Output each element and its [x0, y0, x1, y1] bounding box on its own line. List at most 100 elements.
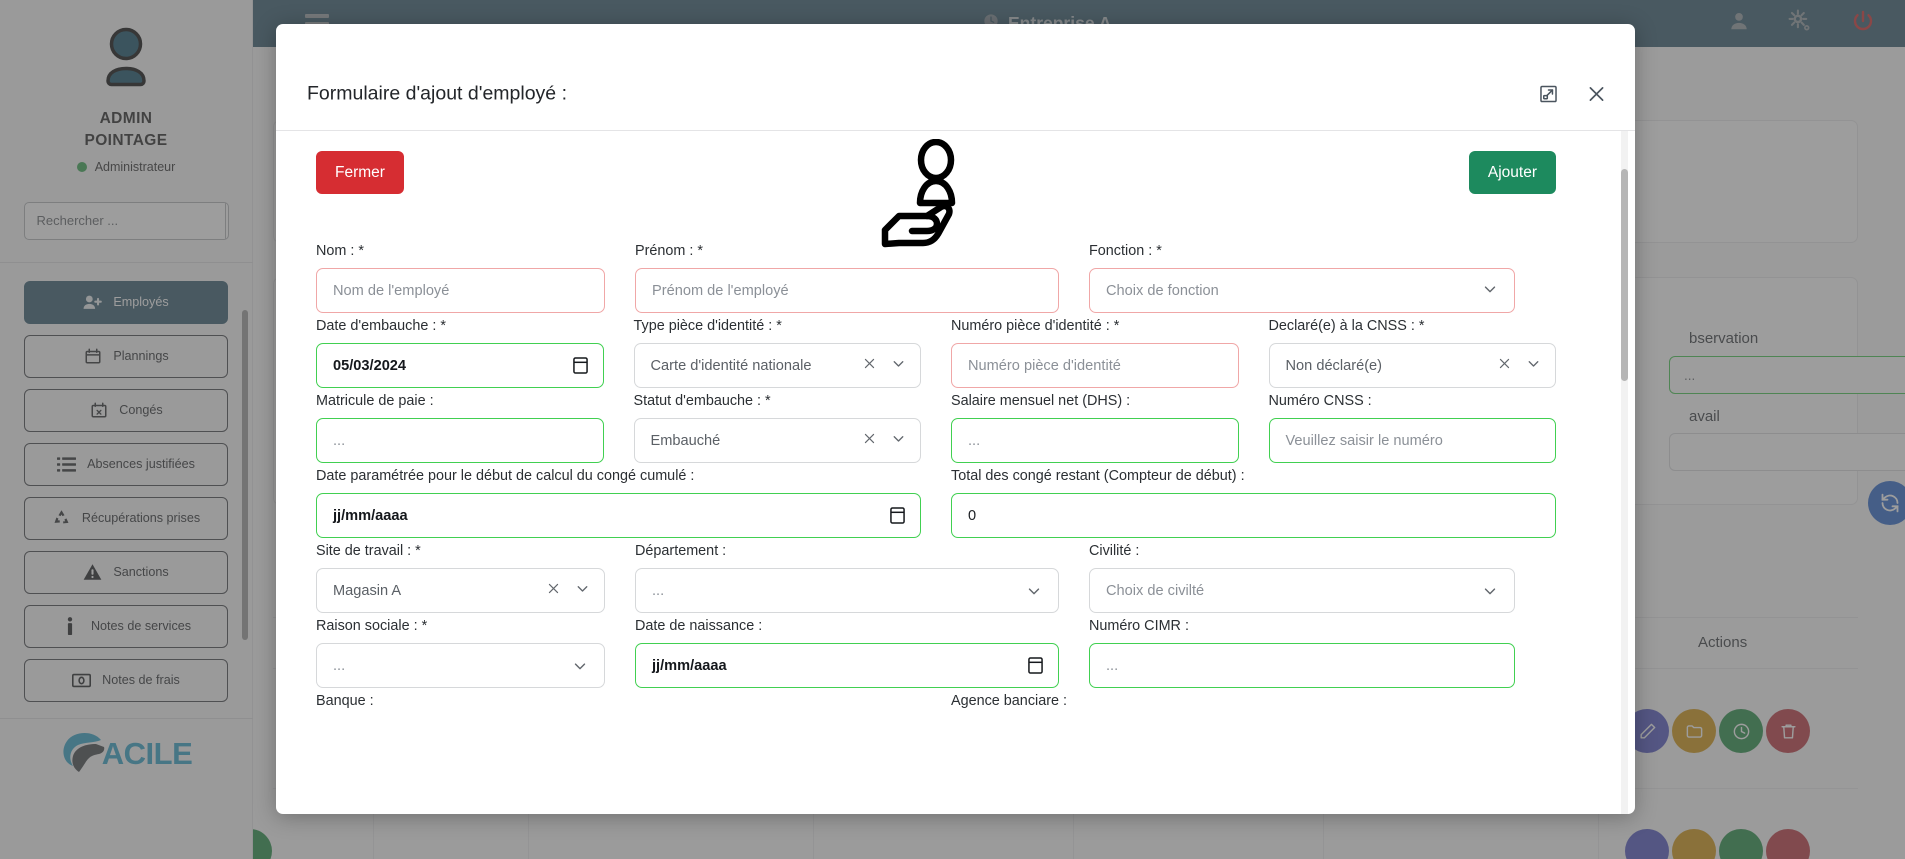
numero-cnss-label: Numéro CNSS : [1269, 393, 1557, 409]
modal-scrollbar-thumb[interactable] [1621, 169, 1628, 381]
total-conge-restant-field[interactable]: 0 [951, 493, 1556, 538]
clear-icon[interactable] [862, 431, 877, 450]
nom-field[interactable]: Nom de l'employé [316, 268, 605, 313]
salaire-mensuel-field[interactable]: ... [951, 418, 1239, 463]
numero-piece-identite-placeholder: Numéro pièce d'identité [968, 358, 1121, 374]
salaire-mensuel-placeholder: ... [968, 433, 980, 449]
numero-piece-identite-cell: Numéro pièce d'identité : * Numéro pièce… [951, 318, 1239, 388]
type-piece-identite-cell: Type pièce d'identité : * Carte d'identi… [634, 318, 922, 388]
departement-select[interactable]: ... [635, 568, 1059, 613]
declare-cnss-controls [1497, 355, 1542, 376]
nom-cell: Nom : * Nom de l'employé [316, 243, 605, 313]
numero-piece-identite-label: Numéro pièce d'identité : * [951, 318, 1239, 334]
modal-body: Fermer Ajouter Nom : * [276, 131, 1635, 814]
chevron-down-icon[interactable] [890, 355, 907, 376]
chevron-down-icon[interactable] [1525, 355, 1542, 376]
nom-label: Nom : * [316, 243, 605, 259]
form-row: Site de travail : * Magasin A [316, 543, 1556, 613]
type-piece-identite-value: Carte d'identité nationale [651, 358, 812, 374]
calendar-icon[interactable] [573, 357, 588, 374]
expand-icon[interactable] [1539, 85, 1558, 104]
statut-embauche-select[interactable]: Embauché [634, 418, 922, 463]
close-icon[interactable] [1586, 84, 1607, 105]
total-conge-restant-label: Total des congé restant (Compteur de déb… [951, 468, 1556, 484]
fonction-label: Fonction : * [1089, 243, 1515, 259]
site-travail-value: Magasin A [333, 583, 401, 599]
date-naissance-cell: Date de naissance : jj/mm/aaaa [635, 618, 1059, 688]
chevron-down-icon[interactable] [571, 657, 589, 675]
date-embauche-label: Date d'embauche : * [316, 318, 604, 334]
type-piece-identite-label: Type pièce d'identité : * [634, 318, 922, 334]
chevron-down-icon[interactable] [574, 580, 591, 601]
app-root: bservation ... avail Rechercher / Rafraî… [0, 0, 1905, 859]
fonction-select[interactable]: Choix de fonction [1089, 268, 1515, 313]
chevron-down-icon[interactable] [890, 430, 907, 451]
form-content: Fermer Ajouter Nom : * [276, 131, 1596, 723]
prenom-field[interactable]: Prénom de l'employé [635, 268, 1059, 313]
banque-label: Banque : [316, 693, 921, 709]
declare-cnss-value: Non déclaré(e) [1286, 358, 1383, 374]
numero-cnss-placeholder: Veuillez saisir le numéro [1286, 433, 1443, 449]
clear-icon[interactable] [1497, 356, 1512, 375]
modal-title: Formulaire d'ajout d'employé : [307, 83, 567, 106]
form-row: Date d'embauche : * 05/03/2024 Type pièc… [316, 318, 1556, 388]
date-debut-conge-cell: Date paramétrée pour le début de calcul … [316, 468, 921, 538]
site-travail-select[interactable]: Magasin A [316, 568, 605, 613]
civilite-cell: Civilité : Choix de civilté [1089, 543, 1515, 613]
raison-sociale-cell: Raison sociale : * ... [316, 618, 605, 688]
total-conge-restant-cell: Total des congé restant (Compteur de déb… [951, 468, 1556, 538]
ajouter-button[interactable]: Ajouter [1469, 151, 1556, 194]
fermer-button[interactable]: Fermer [316, 151, 404, 194]
employee-in-hand-icon [872, 139, 1000, 256]
form-row: Raison sociale : * ... Date de naissance… [316, 618, 1556, 688]
total-conge-restant-value: 0 [968, 508, 976, 524]
date-naissance-label: Date de naissance : [635, 618, 1059, 634]
departement-cell: Département : ... [635, 543, 1059, 613]
numero-piece-identite-field[interactable]: Numéro pièce d'identité [951, 343, 1239, 388]
statut-embauche-label: Statut d'embauche : * [634, 393, 922, 409]
matricule-paie-placeholder: ... [333, 433, 345, 449]
agence-bancaire-label: Agence banciare : [951, 693, 1556, 709]
calendar-icon[interactable] [1028, 657, 1043, 674]
statut-embauche-value: Embauché [651, 433, 721, 449]
banque-cell: Banque : [316, 693, 921, 718]
salaire-mensuel-label: Salaire mensuel net (DHS) : [951, 393, 1239, 409]
prenom-placeholder: Prénom de l'employé [652, 283, 789, 299]
numero-cimr-cell: Numéro CIMR : ... [1089, 618, 1515, 688]
salaire-mensuel-cell: Salaire mensuel net (DHS) : ... [951, 393, 1239, 463]
chevron-down-icon[interactable] [1481, 280, 1499, 302]
matricule-paie-field[interactable]: ... [316, 418, 604, 463]
date-naissance-field[interactable]: jj/mm/aaaa [635, 643, 1059, 688]
declare-cnss-select[interactable]: Non déclaré(e) [1269, 343, 1557, 388]
date-debut-conge-label: Date paramétrée pour le début de calcul … [316, 468, 921, 484]
date-debut-conge-placeholder: jj/mm/aaaa [333, 508, 408, 524]
chevron-down-icon[interactable] [1025, 582, 1043, 600]
numero-cnss-field[interactable]: Veuillez saisir le numéro [1269, 418, 1557, 463]
numero-cimr-field[interactable]: ... [1089, 643, 1515, 688]
departement-label: Département : [635, 543, 1059, 559]
civilite-select[interactable]: Choix de civilté [1089, 568, 1515, 613]
site-travail-controls [546, 580, 591, 601]
statut-embauche-cell: Statut d'embauche : * Embauché [634, 393, 922, 463]
fonction-placeholder: Choix de fonction [1106, 283, 1219, 299]
chevron-down-icon[interactable] [1481, 582, 1499, 600]
calendar-icon[interactable] [890, 507, 905, 524]
form-row: Matricule de paie : ... Statut d'embauch… [316, 393, 1556, 463]
date-embauche-field[interactable]: 05/03/2024 [316, 343, 604, 388]
date-embauche-value: 05/03/2024 [333, 358, 406, 374]
raison-sociale-label: Raison sociale : * [316, 618, 605, 634]
numero-cimr-label: Numéro CIMR : [1089, 618, 1515, 634]
fonction-controls [1481, 280, 1499, 302]
clear-icon[interactable] [862, 356, 877, 375]
type-piece-controls [862, 355, 907, 376]
declare-cnss-label: Declaré(e) à la CNSS : * [1269, 318, 1557, 334]
date-naissance-placeholder: jj/mm/aaaa [652, 658, 727, 674]
raison-sociale-select[interactable]: ... [316, 643, 605, 688]
date-debut-conge-field[interactable]: jj/mm/aaaa [316, 493, 921, 538]
type-piece-identite-select[interactable]: Carte d'identité nationale [634, 343, 922, 388]
form-row: Banque : Agence banciare : [316, 693, 1556, 718]
clear-icon[interactable] [546, 581, 561, 600]
date-embauche-cell: Date d'embauche : * 05/03/2024 [316, 318, 604, 388]
numero-cnss-cell: Numéro CNSS : Veuillez saisir le numéro [1269, 393, 1557, 463]
civilite-placeholder: Choix de civilté [1106, 583, 1204, 599]
